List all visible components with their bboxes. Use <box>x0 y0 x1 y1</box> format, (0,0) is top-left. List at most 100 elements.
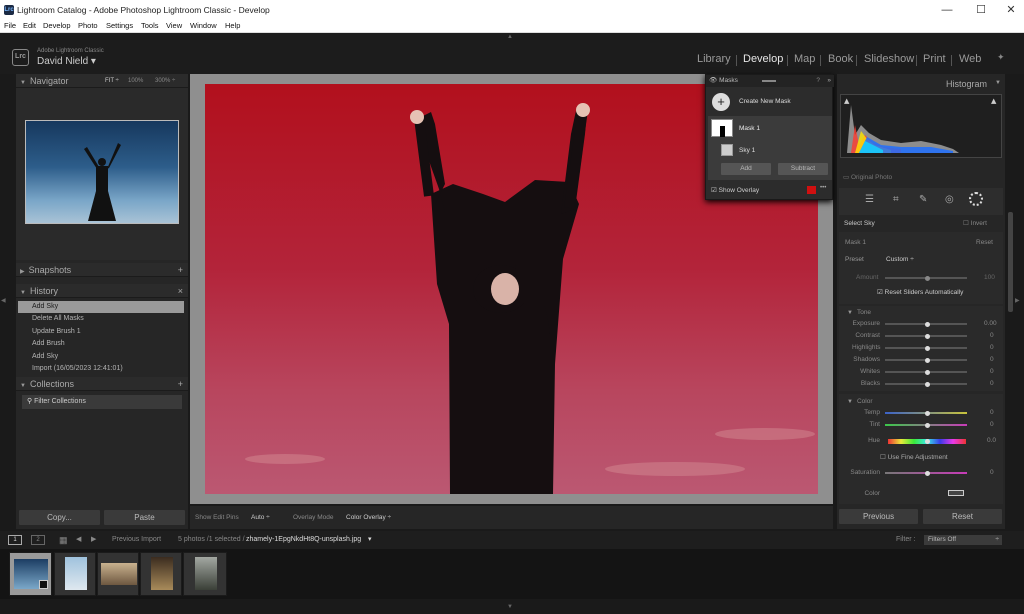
collapse-panel-icon[interactable]: » <box>827 75 831 87</box>
shadows-slider[interactable] <box>885 357 967 363</box>
filter-select[interactable]: Filters Off ÷ <box>924 535 1002 545</box>
history-item[interactable]: Add Brush <box>18 338 184 350</box>
menu-edit[interactable]: Edit <box>23 21 36 30</box>
history-item[interactable]: Update Brush 1 <box>18 326 184 338</box>
tone-header[interactable]: ▼ Tone <box>847 309 871 316</box>
filter-collections-field[interactable]: ⚲ Filter Collections <box>22 395 182 409</box>
back-arrow-icon[interactable]: ◀ <box>76 531 81 549</box>
original-photo-toggle[interactable]: ▭ Original Photo <box>843 173 892 181</box>
menu-view[interactable]: View <box>166 21 182 30</box>
tint-slider[interactable] <box>885 422 967 428</box>
collapse-triangle-icon[interactable]: ▼ <box>995 80 1001 86</box>
create-mask-plus-icon[interactable]: + <box>712 93 730 111</box>
current-filename[interactable]: zhamely-1EpgNkdHt8Q-unsplash.jpg <box>246 531 361 549</box>
reset-sliders-checkbox[interactable]: ☑ Reset Sliders Automatically <box>877 288 963 296</box>
history-item[interactable]: Import (16/05/2023 12:41:01) <box>18 363 184 375</box>
hue-slider[interactable] <box>888 439 966 444</box>
maximize-button[interactable]: ☐ <box>966 2 996 18</box>
overlay-mode-select[interactable]: Color Overlay ÷ <box>346 506 391 529</box>
create-new-mask-label[interactable]: Create New Mask <box>739 98 791 105</box>
histogram-chart[interactable]: ▲ ▲ <box>840 94 1002 158</box>
history-item[interactable]: Delete All Masks <box>18 313 184 325</box>
saturation-slider[interactable] <box>885 470 967 476</box>
red-eye-icon[interactable]: ◎ <box>945 194 954 205</box>
chevron-down-icon[interactable]: ▾ <box>368 531 372 549</box>
module-web[interactable]: Web <box>959 53 981 65</box>
zoom-fit[interactable]: FIT ÷ <box>105 74 119 88</box>
masking-tool-icon[interactable] <box>969 192 983 206</box>
sky1-label[interactable]: Sky 1 <box>739 147 755 154</box>
menu-develop[interactable]: Develop <box>43 21 71 30</box>
collapse-top-arrow[interactable]: ▲ <box>507 34 513 40</box>
temp-slider[interactable] <box>885 410 967 416</box>
sky-component-icon[interactable] <box>721 144 733 156</box>
menu-help[interactable]: Help <box>225 21 240 30</box>
filmstrip-thumbnail[interactable] <box>9 552 52 596</box>
module-map[interactable]: Map <box>794 53 815 65</box>
menu-window[interactable]: Window <box>190 21 217 30</box>
exposure-slider[interactable] <box>885 321 967 327</box>
minimize-button[interactable]: — <box>932 2 962 18</box>
module-book[interactable]: Book <box>828 53 853 65</box>
module-slideshow[interactable]: Slideshow <box>864 53 914 65</box>
primary-display-button[interactable]: 1 <box>8 535 22 545</box>
filmstrip-thumbnail[interactable] <box>54 552 96 596</box>
history-item[interactable]: Add Sky <box>18 301 184 314</box>
menu-file[interactable]: File <box>4 21 16 30</box>
menu-settings[interactable]: Settings <box>106 21 133 30</box>
clear-history-icon[interactable]: × <box>178 284 183 298</box>
right-panel-scrollbar[interactable] <box>1008 212 1013 312</box>
invert-checkbox[interactable]: ☐ Invert <box>963 219 987 227</box>
module-print[interactable]: Print <box>923 53 946 65</box>
collapse-left-arrow[interactable]: ◀ <box>1 297 6 304</box>
menu-tools[interactable]: Tools <box>141 21 159 30</box>
plugin-extras-icon[interactable]: ✦ <box>997 52 1013 62</box>
zoom-100[interactable]: 100% <box>128 74 143 88</box>
edit-pins-select[interactable]: Auto ÷ <box>251 506 270 529</box>
secondary-display-button[interactable]: 2 <box>31 535 45 545</box>
zoom-300[interactable]: 300% ÷ <box>155 74 175 88</box>
edit-sliders-icon[interactable]: ☰ <box>865 194 874 205</box>
navigator-preview[interactable] <box>25 120 179 224</box>
overlay-color-swatch[interactable] <box>807 186 816 194</box>
collapse-bottom-arrow[interactable]: ▼ <box>507 604 513 610</box>
paste-button[interactable]: Paste <box>104 510 185 525</box>
contrast-slider[interactable] <box>885 333 967 339</box>
previous-button[interactable]: Previous <box>839 509 918 524</box>
highlights-slider[interactable] <box>885 345 967 351</box>
eye-icon[interactable]: 👁 <box>709 77 717 84</box>
navigator-header[interactable]: ▼ Navigator FIT ÷ 100% 300% ÷ <box>16 74 188 88</box>
blacks-slider[interactable] <box>885 381 967 387</box>
module-library[interactable]: Library <box>697 53 731 65</box>
help-icon[interactable]: ? <box>816 75 820 87</box>
whites-slider[interactable] <box>885 369 967 375</box>
add-collection-icon[interactable]: + <box>178 377 183 391</box>
menu-photo[interactable]: Photo <box>78 21 98 30</box>
collapse-right-arrow[interactable]: ▶ <box>1015 297 1020 304</box>
history-header[interactable]: ▼ History × <box>16 284 188 298</box>
close-button[interactable]: ✕ <box>996 2 1024 18</box>
snapshots-header[interactable]: ▶ Snapshots + <box>16 263 188 277</box>
crop-icon[interactable]: ⌗ <box>893 194 899 205</box>
mask1-thumbnail[interactable] <box>711 119 733 137</box>
filmstrip-thumbnail[interactable] <box>183 552 227 596</box>
filmstrip-thumbnail[interactable] <box>140 552 182 596</box>
collections-header[interactable]: ▼ Collections + <box>16 377 188 391</box>
reset-mask-link[interactable]: Reset <box>976 239 993 246</box>
copy-button[interactable]: Copy... <box>19 510 100 525</box>
fine-adjustment-checkbox[interactable]: ☐ Use Fine Adjustment <box>880 453 948 461</box>
add-snapshot-icon[interactable]: + <box>178 263 183 277</box>
subtract-from-mask-button[interactable]: Subtract <box>778 163 828 175</box>
history-item[interactable]: Add Sky <box>18 351 184 363</box>
add-to-mask-button[interactable]: Add <box>721 163 771 175</box>
preset-select[interactable]: Custom ÷ <box>886 256 914 263</box>
amount-slider[interactable] <box>885 275 967 281</box>
identity-plate[interactable]: David Nield ▾ <box>37 56 96 67</box>
healing-icon[interactable]: ✎ <box>919 194 927 205</box>
show-overlay-checkbox[interactable]: ☑ Show Overlay <box>711 186 759 194</box>
masks-header[interactable]: 👁 Masks ? » <box>706 75 834 87</box>
drag-handle[interactable] <box>762 80 776 82</box>
module-develop[interactable]: Develop <box>743 53 783 65</box>
color-header[interactable]: ▼ Color <box>847 398 873 405</box>
more-options-icon[interactable]: ••• <box>820 185 826 191</box>
